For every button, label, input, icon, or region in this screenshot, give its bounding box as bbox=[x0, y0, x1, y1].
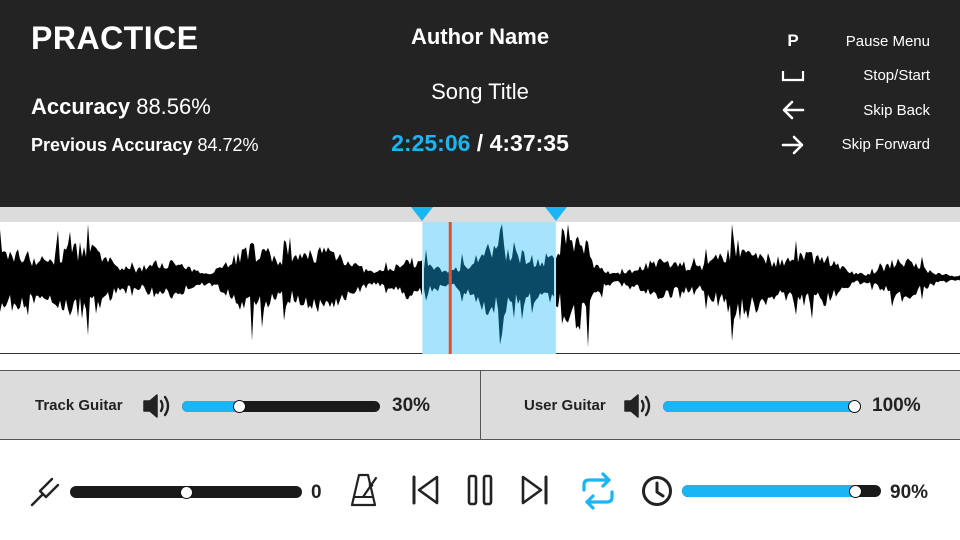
tuning-fork-icon[interactable] bbox=[28, 474, 64, 508]
p-key: P bbox=[787, 31, 799, 51]
loop-start-marker[interactable] bbox=[411, 207, 434, 221]
pause-icon[interactable] bbox=[466, 474, 494, 506]
metronome-icon[interactable] bbox=[348, 472, 380, 508]
shortcut-skip-back: Skip Back bbox=[780, 93, 930, 128]
volume-panel: Track Guitar 30% User Guitar 100% bbox=[0, 370, 960, 441]
clock-icon[interactable] bbox=[640, 474, 674, 508]
total-time: 4:37:35 bbox=[489, 130, 569, 156]
arrow-right-icon bbox=[780, 135, 806, 155]
slider-fill bbox=[682, 485, 862, 497]
mode-title: PRACTICE bbox=[31, 20, 199, 56]
accuracy-label: Accuracy bbox=[31, 94, 131, 119]
speaker-icon[interactable] bbox=[623, 393, 655, 419]
song-title: Song Title bbox=[431, 79, 529, 104]
slider-knob[interactable] bbox=[848, 400, 861, 413]
accuracy-readout: Accuracy 88.56% bbox=[31, 94, 211, 120]
shortcut-label: Stop/Start bbox=[863, 67, 930, 85]
space-bar-icon bbox=[780, 70, 806, 82]
transport-controls: 0 90% bbox=[0, 440, 960, 540]
header-panel: PRACTICE Accuracy 88.56% Previous Accura… bbox=[0, 0, 960, 207]
shortcut-label: Skip Back bbox=[863, 101, 930, 119]
shortcut-skip-forward: Skip Forward bbox=[780, 128, 930, 163]
previous-accuracy-label: Previous Accuracy bbox=[31, 135, 193, 155]
shortcut-pause-menu: P Pause Menu bbox=[780, 24, 930, 59]
track-guitar-volume-slider[interactable] bbox=[182, 400, 380, 413]
playhead[interactable] bbox=[448, 222, 452, 354]
previous-accuracy-value: 84.72% bbox=[197, 135, 259, 155]
user-guitar-volume-value: 100% bbox=[872, 395, 921, 416]
waveform-view[interactable] bbox=[0, 222, 960, 354]
shortcut-list: P Pause Menu Stop/Start Skip Back Skip F… bbox=[780, 24, 930, 162]
previous-accuracy-readout: Previous Accuracy 84.72% bbox=[31, 135, 259, 156]
playback-speed-slider[interactable] bbox=[682, 484, 881, 498]
time-separator: / bbox=[476, 130, 484, 156]
waveform-graphic[interactable] bbox=[0, 222, 960, 354]
arrow-left-icon bbox=[780, 100, 806, 120]
accuracy-value: 88.56% bbox=[136, 94, 211, 119]
author-name: Author Name bbox=[410, 24, 550, 49]
skip-previous-icon[interactable] bbox=[410, 474, 442, 506]
track-guitar-label: Track Guitar bbox=[35, 397, 123, 414]
playback-speed-value: 90% bbox=[890, 482, 929, 503]
speaker-icon[interactable] bbox=[142, 393, 174, 419]
slider-knob[interactable] bbox=[179, 485, 193, 499]
shortcut-label: Pause Menu bbox=[845, 32, 930, 50]
repeat-icon[interactable] bbox=[580, 472, 616, 510]
shortcut-stop-start: Stop/Start bbox=[780, 59, 930, 94]
time-readout: 2:25:06 / 4:37:35 bbox=[330, 130, 630, 157]
slider-fill bbox=[663, 401, 861, 412]
shortcut-label: Skip Forward bbox=[841, 136, 930, 154]
slider-knob[interactable] bbox=[232, 400, 246, 413]
tuning-slider[interactable] bbox=[70, 485, 302, 499]
user-guitar-label: User Guitar bbox=[524, 397, 606, 414]
user-guitar-volume-slider[interactable] bbox=[663, 400, 861, 413]
loop-marker-track[interactable] bbox=[0, 207, 960, 222]
track-guitar-volume-value: 30% bbox=[392, 395, 431, 416]
loop-end-marker[interactable] bbox=[544, 207, 567, 221]
current-time: 2:25:06 bbox=[391, 130, 471, 156]
tuning-value: 0 bbox=[311, 482, 322, 503]
volume-divider bbox=[480, 371, 481, 441]
slider-knob[interactable] bbox=[848, 484, 862, 498]
skip-next-icon[interactable] bbox=[518, 474, 550, 506]
